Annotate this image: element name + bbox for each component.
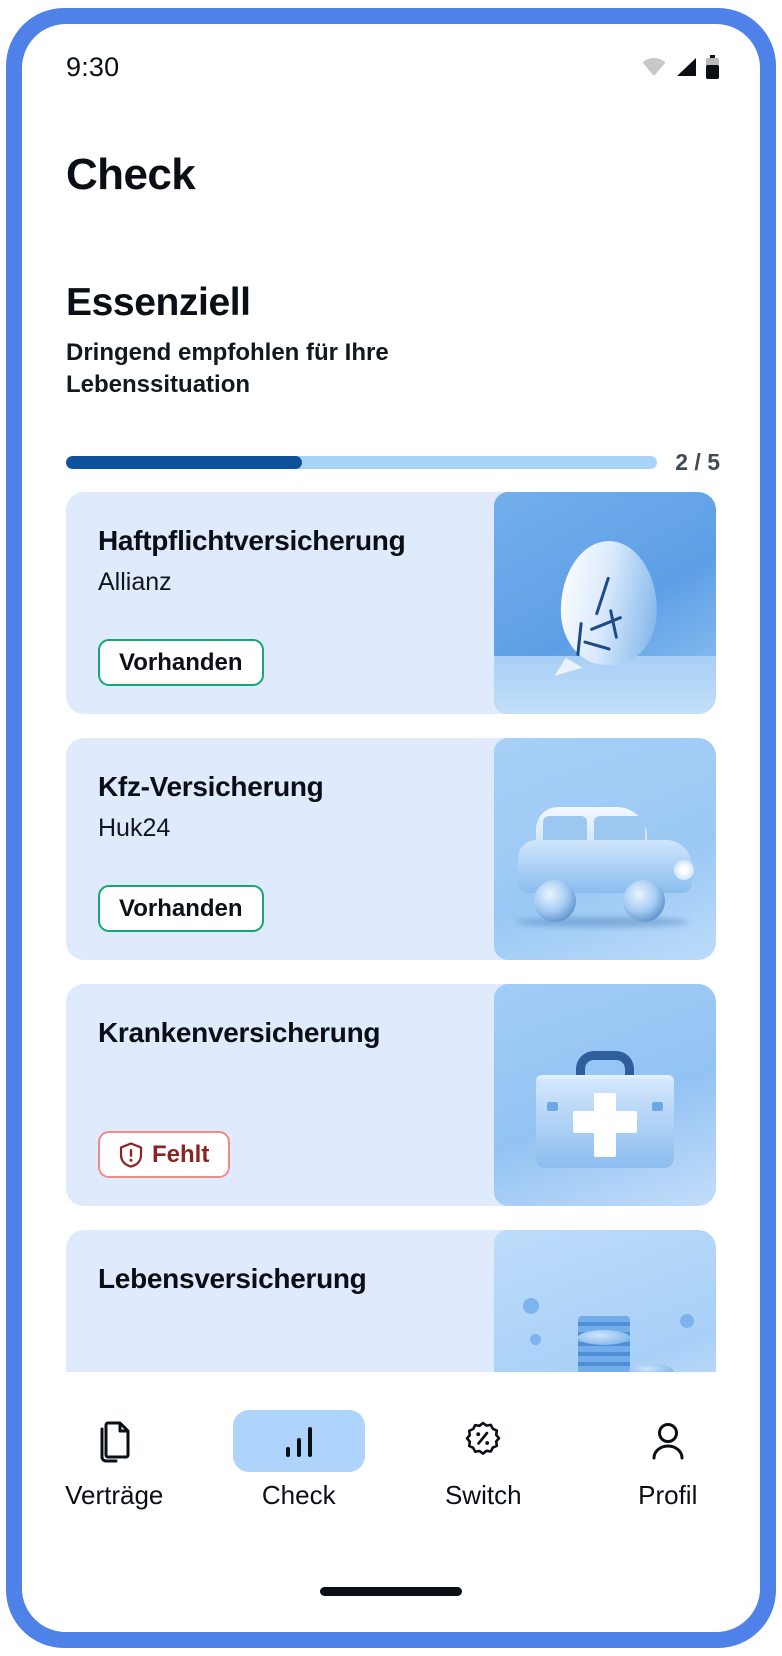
card-title: Krankenversicherung	[98, 1017, 381, 1048]
shield-alert-icon	[119, 1141, 143, 1168]
coin-top	[629, 1363, 674, 1372]
kit-cross	[573, 1110, 637, 1133]
card-text: Lebensversicherung	[98, 1262, 468, 1296]
card-text: Haftpflichtversicherung Allianz	[98, 524, 468, 597]
section-header: Essenziell Dringend empfohlen für Ihre L…	[66, 281, 716, 402]
insurance-card[interactable]: Haftpflichtversicherung Allianz Vorhande…	[66, 492, 716, 714]
section-title: Essenziell	[66, 281, 251, 324]
nav-label: Profil	[638, 1480, 698, 1510]
progress-bar-fill	[66, 456, 303, 469]
nav-label: Switch	[444, 1480, 522, 1510]
status-badge-label: Vorhanden	[119, 894, 243, 922]
classic-car-illustration	[494, 738, 716, 960]
nav-icon-wrapper	[232, 1410, 365, 1472]
cellular-signal-icon	[677, 58, 696, 76]
percent-badge-icon	[465, 1421, 501, 1455]
insurance-card-list[interactable]: Haftpflichtversicherung Allianz Vorhande…	[22, 492, 760, 1372]
battery-icon	[706, 55, 719, 79]
status-badge-label: Fehlt	[152, 1140, 210, 1168]
bar-chart-icon	[285, 1427, 312, 1457]
decor-dot	[679, 1313, 694, 1328]
card-title: Kfz-Versicherung	[98, 771, 324, 802]
wifi-icon	[642, 58, 666, 76]
status-badge-label: Vorhanden	[119, 648, 243, 676]
insurance-card[interactable]: Krankenversicherung Fehlt	[66, 984, 716, 1206]
card-text: Kfz-Versicherung Huk24	[98, 770, 468, 843]
nav-item-check[interactable]: Check	[224, 1410, 374, 1511]
nav-icon-wrapper	[417, 1410, 549, 1472]
phone-screen: 9:30 Check Essenziell Dringend empfohlen…	[22, 24, 760, 1632]
section-subtitle: Dringend empfohlen für Ihre Lebenssituat…	[66, 338, 389, 399]
documents-icon	[100, 1421, 130, 1463]
phone-frame: 9:30 Check Essenziell Dringend empfohlen…	[6, 8, 776, 1648]
progress-row: 2 / 5	[66, 449, 720, 476]
coin-stacks-illustration	[494, 1230, 716, 1372]
status-badge[interactable]: Fehlt	[98, 1131, 231, 1178]
card-provider: Huk24	[98, 813, 171, 842]
status-badge[interactable]: Vorhanden	[98, 885, 264, 932]
kit-latch	[547, 1101, 559, 1111]
nav-icon-wrapper	[48, 1410, 180, 1472]
insurance-card[interactable]: Lebensversicherung	[66, 1230, 716, 1372]
nav-item-vertraege[interactable]: Verträge	[39, 1410, 189, 1511]
status-icons	[641, 55, 720, 79]
home-indicator	[320, 1587, 462, 1596]
card-provider: Allianz	[98, 567, 172, 596]
progress-count: 2 / 5	[675, 449, 720, 475]
status-badge[interactable]: Vorhanden	[98, 639, 264, 686]
nav-item-switch[interactable]: Switch	[408, 1410, 558, 1511]
decor-dot	[529, 1334, 541, 1346]
first-aid-kit-illustration	[494, 984, 716, 1206]
car-wheel	[533, 880, 576, 923]
nav-label: Verträge	[65, 1480, 164, 1510]
nav-label: Check	[261, 1480, 336, 1510]
progress-bar	[66, 456, 658, 469]
card-title: Lebensversicherung	[98, 1263, 367, 1294]
insurance-card[interactable]: Kfz-Versicherung Huk24 Vorhanden	[66, 738, 716, 960]
card-text: Krankenversicherung	[98, 1016, 468, 1050]
status-time: 9:30	[66, 51, 120, 82]
person-icon	[652, 1423, 684, 1460]
cracked-vase-illustration	[494, 492, 716, 714]
kit-latch	[651, 1101, 663, 1111]
card-title: Haftpflichtversicherung	[98, 525, 406, 556]
decor-dot	[522, 1298, 539, 1315]
page-title: Check	[66, 150, 196, 199]
nav-icon-wrapper	[602, 1410, 734, 1472]
nav-item-profil[interactable]: Profil	[593, 1410, 743, 1511]
car-wheel	[622, 880, 665, 923]
status-bar: 9:30	[22, 24, 760, 110]
car-headlight	[673, 860, 694, 881]
